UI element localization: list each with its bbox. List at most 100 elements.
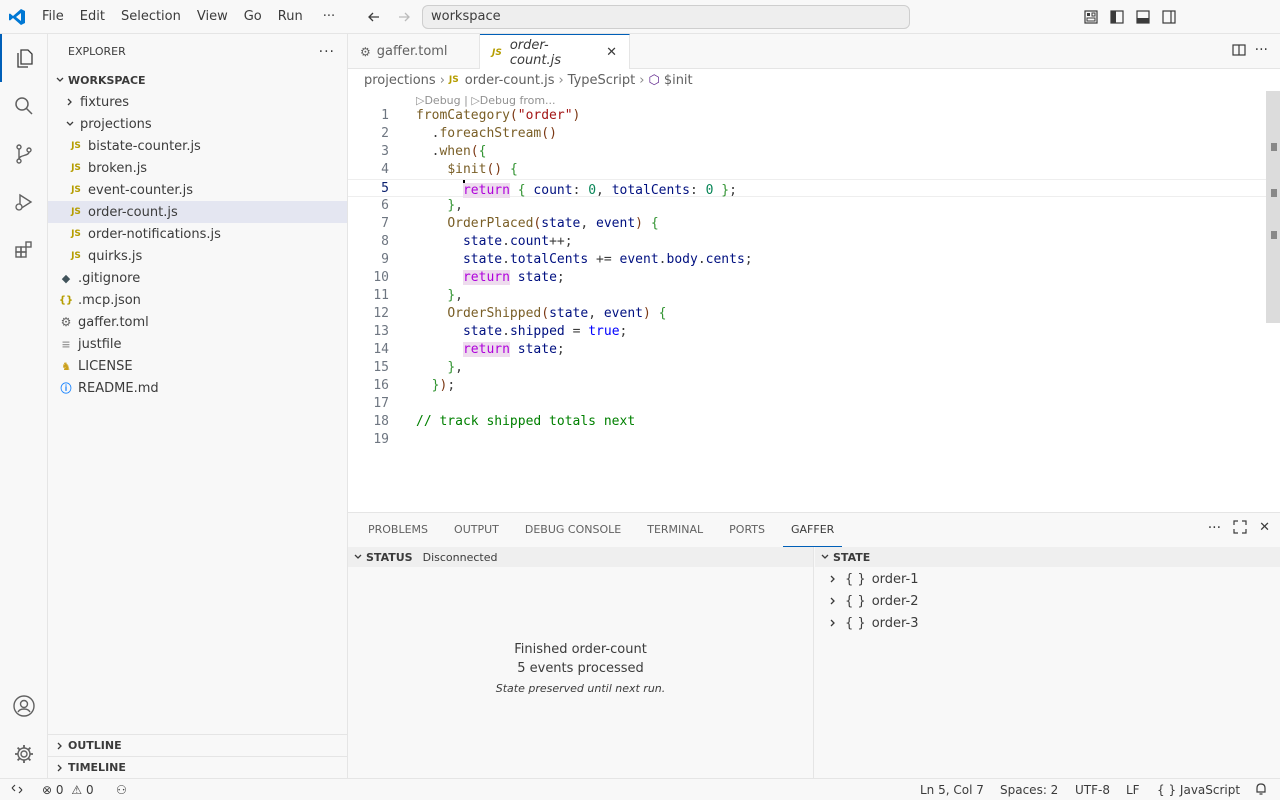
breadcrumb-item[interactable]: $init <box>664 73 693 88</box>
code-line[interactable]: 12 OrderShipped(state, event) { <box>348 305 1266 323</box>
code-line[interactable]: 11 }, <box>348 287 1266 305</box>
menu-file[interactable]: File <box>34 5 72 29</box>
editor-scrollbar[interactable] <box>1266 91 1280 512</box>
explorer-item[interactable]: projections <box>48 113 347 135</box>
panel-tab-terminal[interactable]: TERMINAL <box>639 513 711 547</box>
back-arrow-icon[interactable] <box>362 5 386 29</box>
end-of-line[interactable]: LF <box>1126 779 1140 800</box>
notifications-bell-icon[interactable] <box>1254 779 1268 800</box>
menu-run[interactable]: Run <box>270 5 311 29</box>
search-icon[interactable] <box>0 82 48 130</box>
explorer-item[interactable]: {} .mcp.json <box>48 289 347 311</box>
code-line[interactable]: 16 }); <box>348 377 1266 395</box>
language-mode[interactable]: { } JavaScript <box>1157 779 1240 800</box>
menu-go[interactable]: Go <box>236 5 270 29</box>
code-line[interactable]: 3 .when({ <box>348 143 1266 161</box>
editor-tabs: ⚙ gaffer.toml JS order-count.js ✕ ··· <box>348 34 1280 70</box>
panel-tab-output[interactable]: OUTPUT <box>446 513 507 547</box>
code-line[interactable]: 9 state.totalCents += event.body.cents; <box>348 251 1266 269</box>
panel-tab-gaffer[interactable]: GAFFER <box>783 513 843 547</box>
explorer-item-label: fixtures <box>80 94 130 110</box>
outline-section[interactable]: OUTLINE <box>48 734 348 756</box>
tab-order-count-js[interactable]: JS order-count.js ✕ <box>480 34 630 70</box>
explorer-icon[interactable] <box>0 34 48 82</box>
state-header[interactable]: STATE <box>815 547 1280 567</box>
state-pane: STATE { } order-1 { } order-2 { } order-3 <box>815 547 1280 779</box>
toggle-secondary-sidebar-icon[interactable] <box>1158 5 1180 29</box>
menu-more[interactable]: ··· <box>315 5 343 29</box>
extensions-icon[interactable] <box>0 226 48 274</box>
code-line[interactable]: 8 state.count++; <box>348 233 1266 251</box>
indentation[interactable]: Spaces: 2 <box>1000 779 1058 800</box>
more-actions-icon[interactable]: ··· <box>1255 42 1268 62</box>
explorer-item[interactable]: fixtures <box>48 91 347 113</box>
tab-gaffer-toml[interactable]: ⚙ gaffer.toml <box>348 34 480 69</box>
port-forward-icon[interactable]: ⚇ <box>116 779 127 800</box>
source-control-icon[interactable] <box>0 130 48 178</box>
code-line[interactable]: 15 }, <box>348 359 1266 377</box>
panel-tab-problems[interactable]: PROBLEMS <box>360 513 436 547</box>
code-line[interactable]: 1 fromCategory("order") <box>348 107 1266 125</box>
problems-indicator[interactable]: ⊗ 0 ⚠ 0 <box>42 779 94 800</box>
workspace-section[interactable]: WORKSPACE <box>48 69 347 91</box>
menu-edit[interactable]: Edit <box>72 5 113 29</box>
breadcrumb-item[interactable]: TypeScript <box>568 73 636 88</box>
customize-layout-icon[interactable] <box>1080 5 1102 29</box>
explorer-item[interactable]: JS order-notifications.js <box>48 223 347 245</box>
explorer-item-label: justfile <box>78 336 122 352</box>
accounts-icon[interactable] <box>0 682 48 730</box>
code-line[interactable]: 14 return state; <box>348 341 1266 359</box>
maximize-panel-icon[interactable] <box>1233 520 1247 538</box>
code-line[interactable]: 18 // track shipped totals next <box>348 413 1266 431</box>
scroll-thumb[interactable] <box>1266 91 1280 323</box>
close-icon[interactable]: ✕ <box>606 45 617 60</box>
manage-gear-icon[interactable] <box>0 730 48 778</box>
explorer-item[interactable]: JS event-counter.js <box>48 179 347 201</box>
code-line[interactable]: 6 }, <box>348 197 1266 215</box>
explorer-item[interactable]: JS order-count.js <box>48 201 347 223</box>
state-item-label: order-1 <box>871 571 919 587</box>
explorer-item[interactable]: ◆ .gitignore <box>48 267 347 289</box>
panel-tab-debug-console[interactable]: DEBUG CONSOLE <box>517 513 629 547</box>
cursor-position[interactable]: Ln 5, Col 7 <box>920 779 984 800</box>
timeline-section[interactable]: TIMELINE <box>48 756 348 778</box>
panel-tab-ports[interactable]: PORTS <box>721 513 773 547</box>
code-line[interactable]: 2 .foreachStream() <box>348 125 1266 143</box>
toggle-panel-icon[interactable] <box>1132 5 1154 29</box>
status-header[interactable]: STATUS Disconnected <box>348 547 813 567</box>
breadcrumb-item[interactable]: projections <box>364 73 436 88</box>
more-actions-icon[interactable]: ··· <box>319 44 335 60</box>
explorer-item[interactable]: JS bistate-counter.js <box>48 135 347 157</box>
explorer-item[interactable]: JS quirks.js <box>48 245 347 267</box>
encoding[interactable]: UTF-8 <box>1075 779 1110 800</box>
more-actions-icon[interactable]: ··· <box>1208 520 1221 538</box>
explorer-item[interactable]: ≡ justfile <box>48 333 347 355</box>
code-line[interactable]: 17 <box>348 395 1266 413</box>
explorer-item[interactable]: ♞ LICENSE <box>48 355 347 377</box>
code-line[interactable]: 7 OrderPlaced(state, event) { <box>348 215 1266 233</box>
code-line[interactable]: 10 return state; <box>348 269 1266 287</box>
run-debug-icon[interactable] <box>0 178 48 226</box>
codelens-debug[interactable]: ▷Debug | ▷Debug from... <box>416 94 556 107</box>
code-line[interactable]: 13 state.shipped = true; <box>348 323 1266 341</box>
command-center-search[interactable]: workspace <box>422 5 910 29</box>
code-editor[interactable]: ▷Debug | ▷Debug from... 1 fromCategory("o… <box>348 91 1280 512</box>
menu-view[interactable]: View <box>189 5 236 29</box>
explorer-item[interactable]: ⓘ README.md <box>48 377 347 399</box>
menu-selection[interactable]: Selection <box>113 5 189 29</box>
code-line[interactable]: 5 return { count: 0, totalCents: 0 }; <box>348 179 1266 198</box>
explorer-item[interactable]: ⚙ gaffer.toml <box>48 311 347 333</box>
code-line[interactable]: 4 $init() { <box>348 161 1266 179</box>
remote-icon[interactable] <box>10 779 24 800</box>
breadcrumb-item[interactable]: order-count.js <box>465 73 555 88</box>
state-tree-item[interactable]: { } order-3 <box>815 612 1280 634</box>
close-panel-icon[interactable]: ✕ <box>1259 520 1270 538</box>
explorer-item[interactable]: JS broken.js <box>48 157 347 179</box>
state-tree-item[interactable]: { } order-1 <box>815 568 1280 590</box>
code-line[interactable]: 19 <box>348 431 1266 449</box>
state-tree-item[interactable]: { } order-2 <box>815 590 1280 612</box>
toggle-primary-sidebar-icon[interactable] <box>1106 5 1128 29</box>
split-editor-icon[interactable] <box>1231 42 1247 62</box>
explorer-item-label: event-counter.js <box>88 182 194 198</box>
forward-arrow-icon[interactable] <box>392 5 416 29</box>
